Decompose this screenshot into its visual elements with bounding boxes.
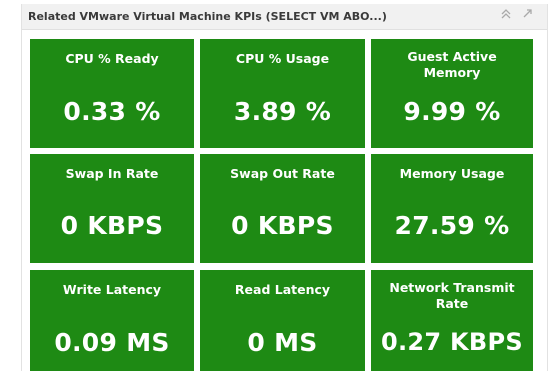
kpi-label: CPU % Usage — [235, 51, 330, 66]
kpi-tile-cpu-usage[interactable]: CPU % Usage 3.89 % — [200, 39, 365, 148]
kpi-value: 3.89 % — [233, 97, 332, 126]
pop-out-icon[interactable] — [519, 8, 535, 24]
kpi-label: Swap In Rate — [65, 166, 159, 181]
kpi-value: 0 KBPS — [60, 211, 164, 240]
kpi-value: 0 MS — [247, 328, 318, 357]
kpi-label: Write Latency — [62, 282, 162, 297]
kpi-tile-network-transmit-rate[interactable]: Network Transmit Rate 0.27 KBPS — [371, 270, 533, 371]
kpi-label: Memory Usage — [399, 166, 505, 181]
kpi-label: Network Transmit Rate — [389, 280, 515, 311]
kpi-value: 0.09 MS — [54, 328, 170, 357]
kpi-label: CPU % Ready — [65, 51, 159, 66]
panel-title: Related VMware Virtual Machine KPIs (SEL… — [28, 10, 387, 23]
kpi-tile-write-latency[interactable]: Write Latency 0.09 MS — [30, 270, 194, 371]
kpi-tile-read-latency[interactable]: Read Latency 0 MS — [200, 270, 365, 371]
kpi-tile-swap-out-rate[interactable]: Swap Out Rate 0 KBPS — [200, 154, 365, 263]
kpi-tile-cpu-ready[interactable]: CPU % Ready 0.33 % — [30, 39, 194, 148]
kpi-tile-guest-active-memory[interactable]: Guest Active Memory 9.99 % — [371, 39, 533, 148]
kpi-label: Read Latency — [234, 282, 331, 297]
panel-header: Related VMware Virtual Machine KPIs (SEL… — [22, 4, 547, 30]
kpi-tile-swap-in-rate[interactable]: Swap In Rate 0 KBPS — [30, 154, 194, 263]
kpi-tile-memory-usage[interactable]: Memory Usage 27.59 % — [371, 154, 533, 263]
kpi-value: 0.27 KBPS — [380, 328, 524, 356]
kpi-value: 27.59 % — [394, 211, 510, 240]
kpi-value: 9.99 % — [403, 97, 501, 126]
kpi-label: Guest Active Memory — [407, 49, 497, 80]
kpi-value: 0 KBPS — [231, 211, 334, 240]
kpi-label: Swap Out Rate — [230, 166, 335, 181]
kpi-value: 0.33 % — [63, 97, 161, 126]
double-chevron-up-icon[interactable] — [498, 8, 514, 24]
